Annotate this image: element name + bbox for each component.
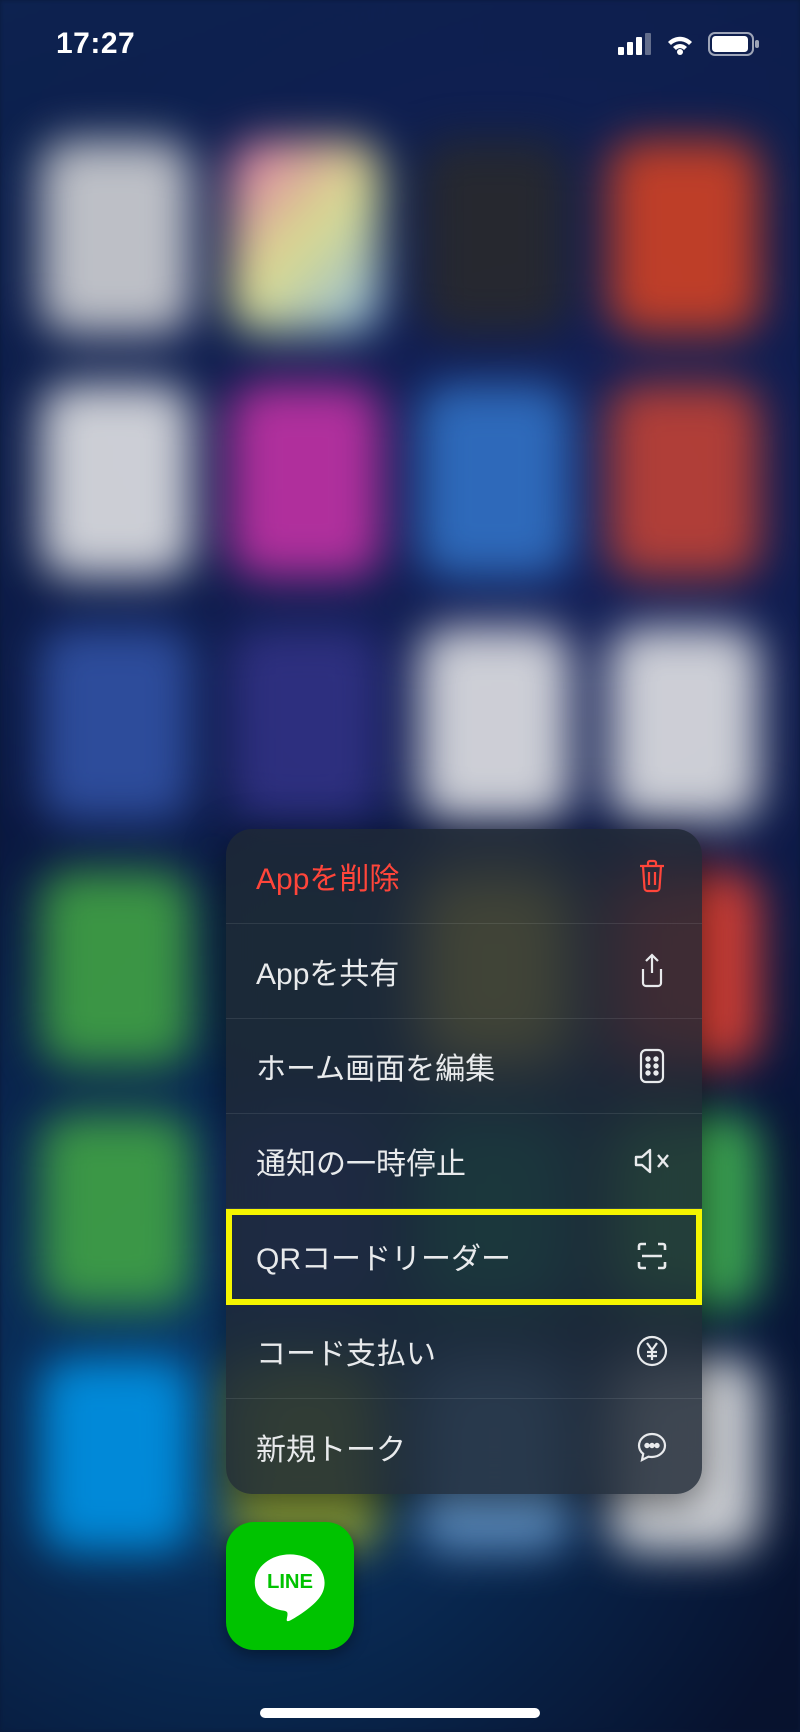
svg-text:LINE: LINE (267, 1571, 313, 1593)
menu-item-share-app[interactable]: Appを共有 (226, 924, 702, 1019)
menu-item-label: コード支払い (256, 1329, 436, 1373)
trash-icon (632, 859, 672, 893)
menu-item-label: Appを削除 (256, 854, 399, 898)
mute-icon (632, 1146, 672, 1176)
menu-item-label: QRコードリーダー (256, 1234, 511, 1278)
line-app-icon[interactable]: LINE (226, 1522, 354, 1650)
wifi-icon (664, 32, 696, 56)
home-indicator[interactable] (260, 1708, 540, 1718)
menu-item-label: ホーム画面を編集 (256, 1044, 495, 1088)
battery-icon (708, 32, 760, 56)
cellular-icon (618, 33, 652, 55)
menu-item-qr-reader[interactable]: QRコードリーダー (226, 1209, 702, 1304)
menu-item-label: 通知の一時停止 (256, 1139, 466, 1183)
status-time: 17:27 (56, 27, 135, 61)
status-bar: 17:27 (0, 0, 800, 88)
menu-item-label: Appを共有 (256, 949, 399, 993)
status-indicators (618, 32, 760, 56)
context-menu: Appを削除 Appを共有 ホーム画面を編集 通知の一時停止 QRコードリーダー… (226, 829, 702, 1494)
apps-icon (632, 1048, 672, 1084)
scan-icon (632, 1241, 672, 1271)
menu-item-label: 新規トーク (256, 1425, 406, 1469)
chat-icon (632, 1431, 672, 1463)
menu-item-new-talk[interactable]: 新規トーク (226, 1399, 702, 1494)
line-logo-icon: LINE (246, 1542, 334, 1630)
menu-item-code-payment[interactable]: コード支払い (226, 1304, 702, 1399)
share-icon (632, 953, 672, 989)
menu-item-edit-homescreen[interactable]: ホーム画面を編集 (226, 1019, 702, 1114)
menu-item-delete-app[interactable]: Appを削除 (226, 829, 702, 924)
yen-icon (632, 1335, 672, 1367)
menu-item-pause-notifications[interactable]: 通知の一時停止 (226, 1114, 702, 1209)
